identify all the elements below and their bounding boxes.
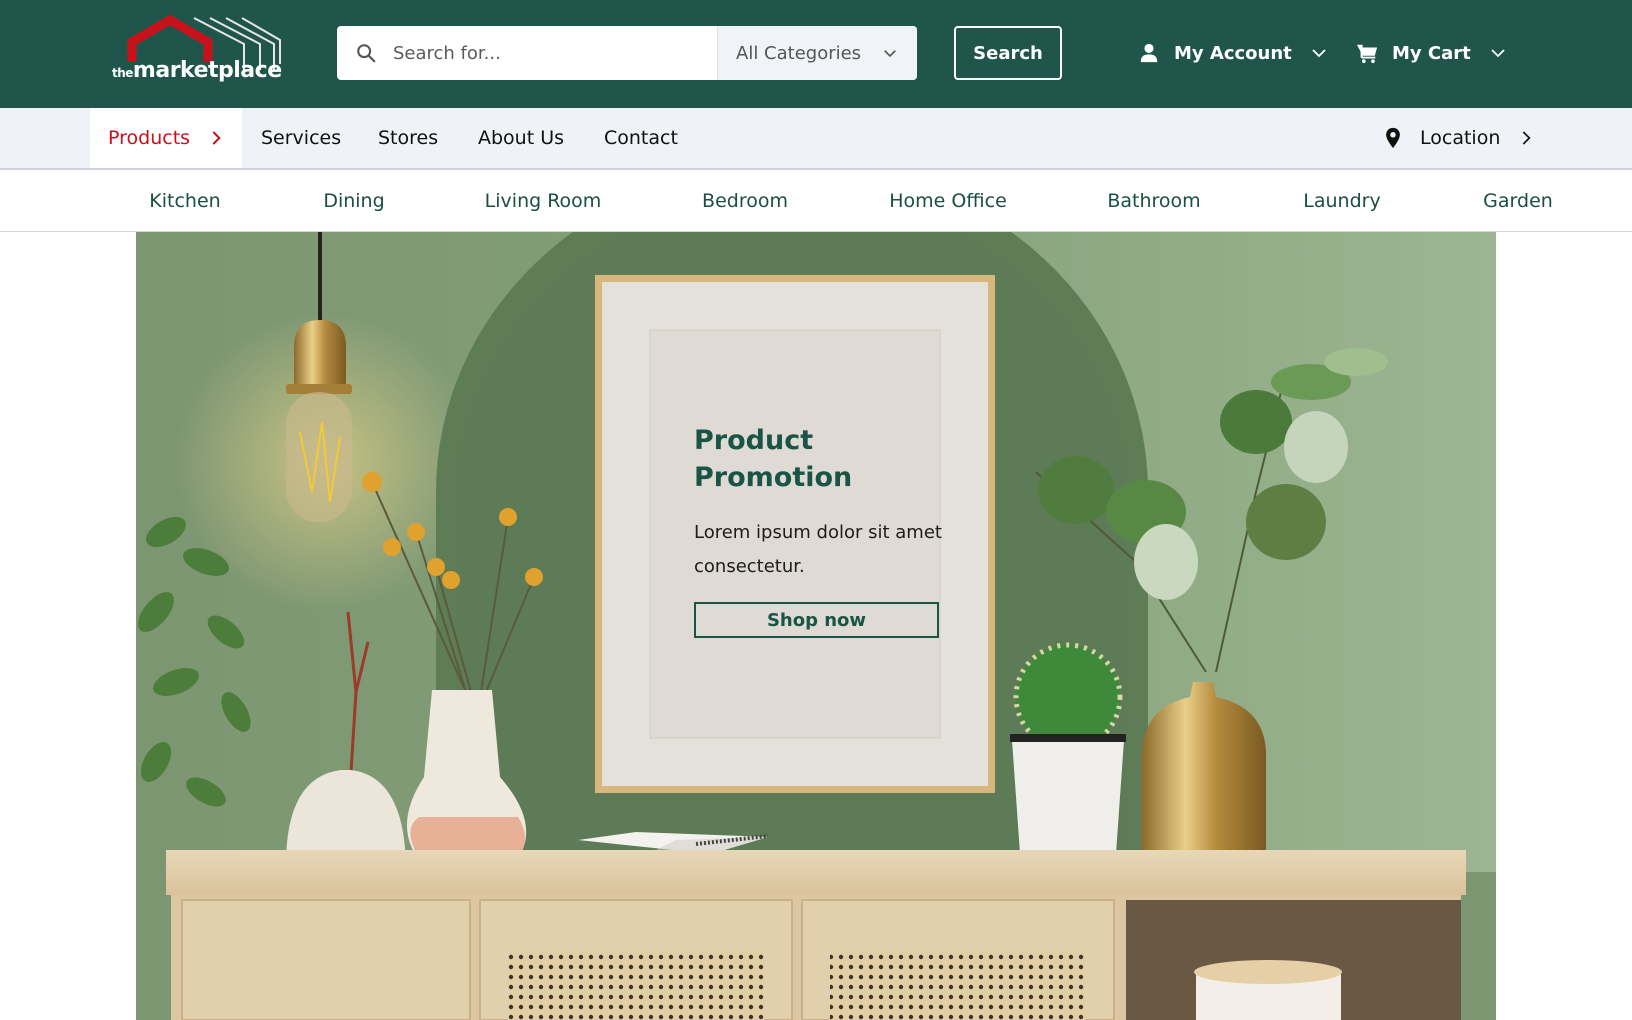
logo[interactable]: themarketplace	[110, 14, 282, 88]
search-field[interactable]	[337, 26, 717, 80]
user-icon	[1140, 43, 1158, 63]
cart-icon	[1356, 44, 1378, 64]
promo-title-line2: Promotion	[694, 462, 853, 493]
search-icon	[357, 44, 376, 63]
nav-item-products[interactable]: Products	[90, 108, 243, 168]
search-bar: All Categories	[337, 26, 917, 80]
my-cart-menu[interactable]: My Cart	[1356, 26, 1507, 80]
promo-body: Lorem ipsum dolor sit amet consectetur.	[694, 522, 942, 577]
location-label: Location	[1420, 127, 1501, 149]
category-link-garden[interactable]: Garden	[1483, 170, 1553, 231]
nav-item-about-us[interactable]: About Us	[478, 108, 564, 168]
promo-title-line1: Product	[694, 425, 814, 456]
chevron-down-icon	[884, 50, 896, 58]
nav-item-label: Contact	[604, 127, 678, 149]
logo-name: marketplace	[132, 58, 282, 83]
category-nav: Kitchen Dining Living Room Bedroom Home …	[0, 170, 1632, 232]
category-link-laundry[interactable]: Laundry	[1303, 170, 1380, 231]
nav-item-services[interactable]: Services	[261, 108, 341, 168]
my-cart-label: My Cart	[1392, 42, 1471, 64]
hero-banner: Product Promotion Lorem ipsum dolor sit …	[136, 232, 1496, 1020]
main-nav: Products Services Stores About Us Contac…	[0, 108, 1632, 170]
chevron-down-icon	[1312, 49, 1326, 58]
top-header: themarketplace All Categories Search My …	[0, 0, 1632, 108]
category-link-kitchen[interactable]: Kitchen	[149, 170, 220, 231]
category-link-home-office[interactable]: Home Office	[889, 170, 1007, 231]
search-input[interactable]	[393, 42, 713, 64]
logo-prefix: the	[112, 66, 133, 80]
category-link-bathroom[interactable]: Bathroom	[1107, 170, 1200, 231]
chevron-right-icon	[212, 131, 221, 145]
logo-wordmark: themarketplace	[112, 58, 282, 83]
category-select[interactable]: All Categories	[717, 26, 917, 80]
nav-item-stores[interactable]: Stores	[378, 108, 438, 168]
nav-item-label: Products	[108, 127, 191, 149]
chevron-down-icon	[1491, 49, 1505, 58]
nav-item-contact[interactable]: Contact	[604, 108, 678, 168]
nav-item-label: Services	[261, 127, 342, 149]
promo-card: Product Promotion Lorem ipsum dolor sit …	[694, 422, 954, 638]
location-selector[interactable]: Location	[1384, 108, 1534, 168]
my-account-label: My Account	[1174, 42, 1292, 64]
map-pin-icon	[1386, 127, 1400, 149]
chevron-right-icon	[1523, 131, 1531, 145]
category-link-living-room[interactable]: Living Room	[485, 170, 602, 231]
shop-now-button[interactable]: Shop now	[694, 602, 939, 638]
search-button[interactable]: Search	[954, 26, 1062, 80]
promo-title: Product Promotion	[694, 422, 954, 496]
category-select-value: All Categories	[736, 42, 862, 64]
category-link-dining[interactable]: Dining	[323, 170, 384, 231]
nav-item-label: About Us	[478, 127, 565, 149]
my-account-menu[interactable]: My Account	[1138, 26, 1328, 80]
nav-item-label: Stores	[378, 127, 439, 149]
category-link-bedroom[interactable]: Bedroom	[702, 170, 788, 231]
